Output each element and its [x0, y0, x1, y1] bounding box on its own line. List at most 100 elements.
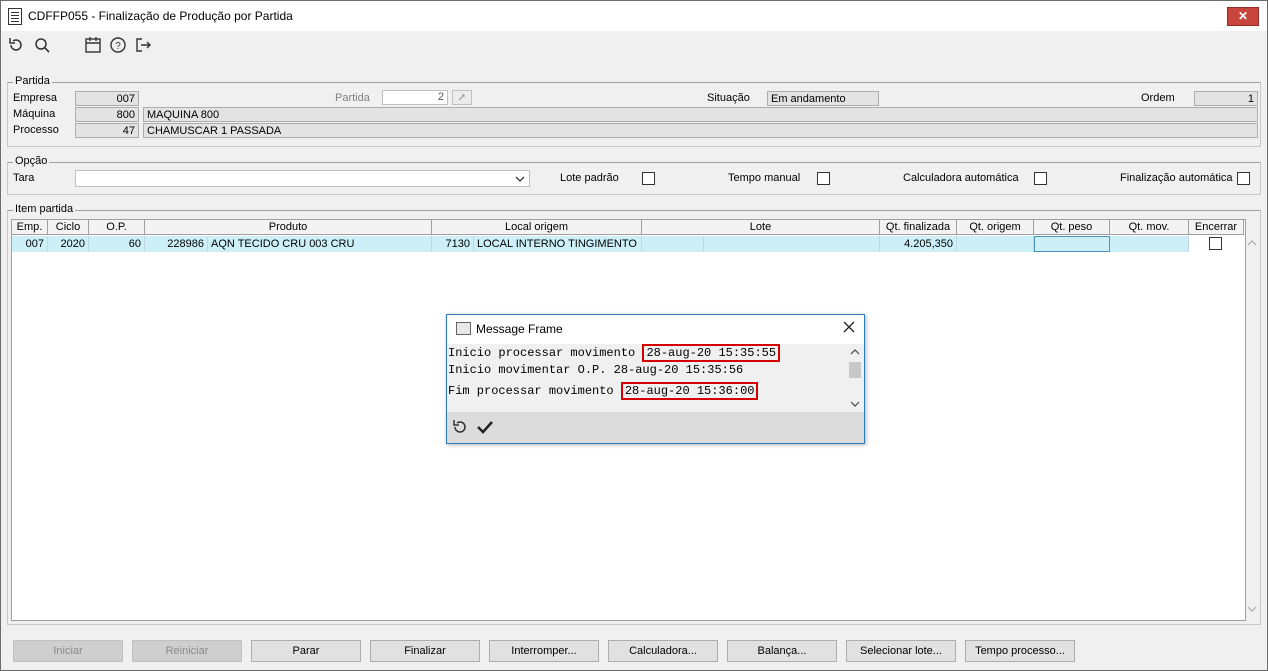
maquina-description: MAQUINA 800 [143, 107, 1258, 122]
lote-padrao-label: Lote padrão [560, 172, 619, 184]
finalizar-button[interactable]: Finalizar [370, 640, 480, 662]
dialog-toolbar [447, 412, 864, 443]
scroll-up-icon[interactable] [1247, 239, 1257, 247]
scroll-up-icon[interactable] [850, 348, 860, 356]
refresh-icon[interactable] [451, 418, 469, 436]
cell-lote-code[interactable] [642, 236, 704, 252]
situacao-label: Situação [707, 92, 750, 104]
refresh-icon[interactable] [7, 36, 25, 54]
tempo-manual-label: Tempo manual [728, 172, 801, 184]
lookup-icon [458, 94, 465, 101]
lote-padrao-checkbox[interactable] [642, 172, 655, 185]
finalizacao-automatica-label: Finalização automática [1120, 172, 1233, 184]
empresa-field: 007 [75, 91, 139, 106]
svg-text:?: ? [115, 41, 121, 52]
title-bar: CDFFP055 - Finalização de Produção por P… [1, 1, 1267, 31]
finalizacao-automatica-checkbox[interactable] [1237, 172, 1250, 185]
window-close-button[interactable]: ✕ [1227, 7, 1259, 26]
partida-input[interactable]: 2 [382, 90, 448, 105]
processo-description: CHAMUSCAR 1 PASSADA [143, 123, 1258, 138]
cell-qt-finalizada[interactable]: 4.205,350 [880, 236, 957, 252]
message-line-1-timestamp: 28-aug-20 15:35:55 [642, 344, 781, 362]
search-icon[interactable] [33, 36, 51, 54]
partida-group-label: Partida [13, 75, 52, 87]
cell-qt-peso[interactable] [1034, 236, 1110, 252]
column-header-produto[interactable]: Produto [145, 220, 432, 235]
partida-field-label: Partida [335, 92, 370, 104]
column-header-ciclo[interactable]: Ciclo [48, 220, 89, 235]
maquina-label: Máquina [13, 108, 56, 120]
message-line-1: Inicio processar movimento 28-aug-20 15:… [448, 344, 781, 362]
cell-local-desc[interactable]: LOCAL INTERNO TINGIMENTO [474, 236, 642, 252]
checkmark-icon[interactable] [475, 418, 495, 436]
balanca-button[interactable]: Balança... [727, 640, 837, 662]
partida-lookup-button[interactable] [452, 90, 472, 105]
close-icon[interactable] [842, 320, 856, 334]
toolbar: ? [1, 31, 1267, 61]
main-window: CDFFP055 - Finalização de Produção por P… [0, 0, 1268, 671]
calculadora-automatica-checkbox[interactable] [1034, 172, 1047, 185]
dialog-title: Message Frame [476, 322, 563, 336]
cell-produto-desc[interactable]: AQN TECIDO CRU 003 CRU [208, 236, 432, 252]
cell-lote[interactable] [704, 236, 880, 252]
tempo-processo-button[interactable]: Tempo processo... [965, 640, 1075, 662]
scroll-down-icon[interactable] [850, 400, 860, 408]
column-header-qt-finalizada[interactable]: Qt. finalizada [880, 220, 957, 235]
exit-icon[interactable] [134, 36, 152, 54]
tara-select[interactable] [75, 170, 530, 187]
cell-produto-code[interactable]: 228986 [145, 236, 208, 252]
column-header-emp[interactable]: Emp. [12, 220, 48, 235]
grid-scrollbar[interactable] [1245, 237, 1259, 619]
calculadora-button[interactable]: Calculadora... [608, 640, 718, 662]
parar-button[interactable]: Parar [251, 640, 361, 662]
dialog-message-area: Inicio processar movimento 28-aug-20 15:… [447, 344, 864, 412]
maquina-field: 800 [75, 107, 139, 122]
selecionar-lote-button[interactable]: Selecionar lote... [846, 640, 956, 662]
item-partida-group-label: Item partida [13, 203, 76, 215]
ordem-field: 1 [1194, 91, 1258, 106]
cell-local-code[interactable]: 7130 [432, 236, 474, 252]
message-line-3-text: Fim processar movimento [448, 384, 614, 398]
processo-field: 47 [75, 123, 139, 138]
scroll-down-icon[interactable] [1247, 605, 1257, 613]
cell-qt-mov[interactable] [1110, 236, 1189, 252]
column-header-qt-origem[interactable]: Qt. origem [957, 220, 1034, 235]
cell-qt-origem[interactable] [957, 236, 1034, 252]
iniciar-button[interactable]: Iniciar [13, 640, 123, 662]
message-line-1-text: Inicio processar movimento [448, 346, 636, 360]
dialog-title-bar: Message Frame [447, 315, 864, 344]
button-bar: Iniciar Reiniciar Parar Finalizar Interr… [1, 634, 1267, 670]
column-header-qt-mov[interactable]: Qt. mov. [1110, 220, 1189, 235]
dialog-scrollbar[interactable] [847, 344, 863, 412]
encerrar-checkbox[interactable] [1209, 237, 1222, 250]
situacao-field: Em andamento [767, 91, 879, 106]
reiniciar-button[interactable]: Reiniciar [132, 640, 242, 662]
help-icon[interactable]: ? [109, 36, 127, 54]
cell-op[interactable]: 60 [89, 236, 145, 252]
processo-label: Processo [13, 124, 59, 136]
column-header-encerrar[interactable]: Encerrar [1189, 220, 1244, 235]
column-header-op[interactable]: O.P. [89, 220, 145, 235]
interromper-button[interactable]: Interromper... [489, 640, 599, 662]
calendar-icon[interactable] [84, 36, 102, 54]
empresa-label: Empresa [13, 92, 58, 104]
cell-ciclo[interactable]: 2020 [48, 236, 89, 252]
chevron-down-icon[interactable] [515, 175, 525, 183]
column-header-lote[interactable]: Lote [642, 220, 880, 235]
window-icon [456, 322, 471, 335]
document-icon [8, 8, 22, 25]
ordem-label: Ordem [1141, 92, 1175, 104]
tempo-manual-checkbox[interactable] [817, 172, 830, 185]
calculadora-automatica-label: Calculadora automática [903, 172, 1019, 184]
message-line-3: Fim processar movimento 28-aug-20 15:36:… [448, 382, 759, 400]
message-line-2: Inicio movimentar O.P. 28-aug-20 15:35:5… [448, 363, 744, 377]
tara-label: Tara [13, 172, 35, 184]
column-header-qt-peso[interactable]: Qt. peso [1034, 220, 1110, 235]
cell-emp[interactable]: 007 [12, 236, 48, 252]
message-dialog: Message Frame Inicio processar movimento… [446, 314, 865, 444]
window-title: CDFFP055 - Finalização de Produção por P… [28, 9, 293, 23]
column-header-local-origem[interactable]: Local origem [432, 220, 642, 235]
opcao-group-label: Opção [13, 155, 50, 167]
message-line-3-timestamp: 28-aug-20 15:36:00 [620, 382, 759, 400]
scroll-thumb[interactable] [849, 362, 861, 378]
